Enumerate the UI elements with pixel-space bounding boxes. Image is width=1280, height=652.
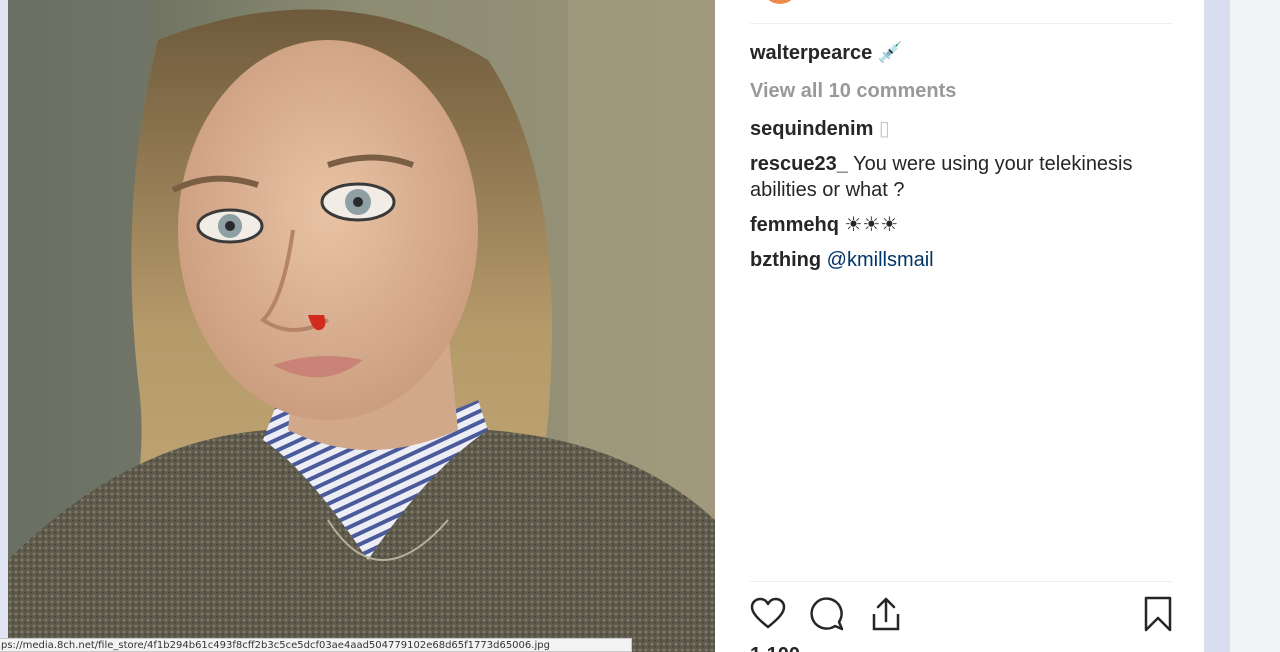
caption-username[interactable]: walterpearce	[750, 42, 872, 64]
comment-username[interactable]: sequindenim	[750, 118, 873, 140]
left-gutter	[0, 0, 8, 652]
syringe-emoji-icon: 💉	[877, 42, 903, 64]
right-background-strip	[1204, 0, 1230, 652]
browser-status-url: ps://media.8ch.net/file_store/4f1b294b61…	[0, 638, 632, 652]
post-actions-bar	[750, 596, 1173, 636]
header-divider	[750, 23, 1173, 24]
instagram-post-page: walterpearce 💉 View all 10 comments sequ…	[0, 0, 1280, 652]
caption: walterpearce 💉	[750, 40, 1180, 66]
comment-username[interactable]: femmehq	[750, 214, 839, 236]
comment-username[interactable]: rescue23_	[750, 153, 848, 175]
comment-item: femmehq ☀☀☀	[750, 212, 1180, 238]
comment-username[interactable]: bzthing	[750, 249, 821, 271]
share-upload-icon[interactable]	[868, 596, 904, 632]
view-all-comments-link[interactable]: View all 10 comments	[750, 78, 1180, 104]
heart-icon[interactable]	[750, 596, 786, 632]
selfie-illustration	[8, 0, 715, 652]
comment-bubble-icon[interactable]	[809, 596, 845, 632]
post-photo[interactable]	[8, 0, 715, 652]
comment-item: bzthing @kmillsmail	[750, 247, 1180, 273]
comment-item: rescue23_ You were using your telekinesi…	[750, 151, 1180, 203]
comment-text: ☀☀☀	[844, 214, 899, 236]
comment-item: sequindenim ▯	[750, 116, 1180, 142]
likes-count[interactable]: 1,100 likes	[750, 642, 840, 652]
actions-divider	[750, 581, 1173, 582]
comment-mention-link[interactable]: @kmillsmail	[827, 249, 934, 271]
right-scroll-area	[1230, 0, 1280, 652]
comment-text: ▯	[878, 118, 890, 140]
bookmark-icon[interactable]	[1140, 596, 1176, 632]
comments-list: walterpearce 💉 View all 10 comments sequ…	[750, 40, 1180, 273]
